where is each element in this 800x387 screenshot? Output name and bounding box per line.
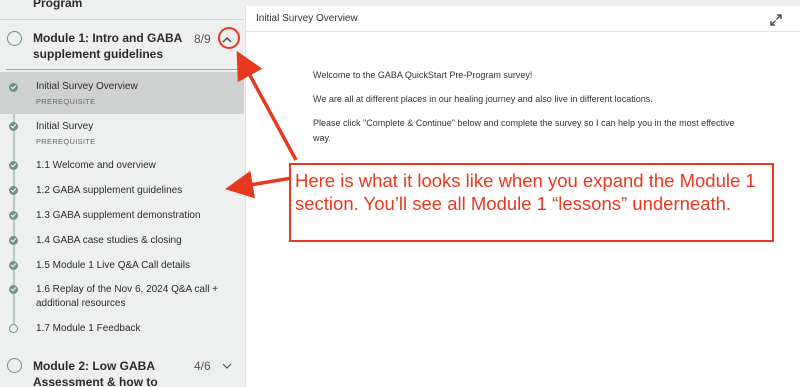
module-1-header[interactable]: Module 1: Intro and GABA supplement guid… — [0, 20, 244, 70]
lesson-title: Initial Survey Overview — [36, 81, 138, 92]
lesson-item-initial-survey-overview[interactable]: Initial Survey Overview PREREQUISITE — [0, 72, 244, 114]
lesson-title: 1.5 Module 1 Live Q&A Call details — [36, 260, 190, 271]
annotation-callout-text: Here is what it looks like when you expa… — [295, 170, 756, 214]
check-circle-icon — [9, 186, 18, 195]
check-circle-icon — [9, 285, 18, 294]
lesson-item-1-1[interactable]: 1.1 Welcome and overview — [0, 156, 244, 178]
previous-module-title[interactable]: Program — [33, 0, 82, 10]
lesson-item-1-2[interactable]: 1.2 GABA supplement guidelines — [0, 181, 244, 203]
check-circle-icon — [9, 122, 18, 131]
lesson-title: 1.1 Welcome and overview — [36, 160, 156, 171]
lesson-item-1-6[interactable]: 1.6 Replay of the Nov 6, 2024 Q&A call +… — [0, 280, 244, 314]
course-sidebar: Program Module 1: Intro and GABA supplem… — [0, 0, 244, 387]
lesson-item-1-7[interactable]: 1.7 Module 1 Feedback — [0, 319, 244, 341]
lesson-header-title: Initial Survey Overview — [256, 13, 358, 24]
module-progress-circle — [7, 31, 22, 46]
prerequisite-tag: PREREQUISITE — [36, 137, 96, 146]
empty-circle-icon — [9, 324, 18, 333]
body-paragraph: Please click "Complete & Continue" below… — [313, 118, 735, 143]
lesson-title: Initial Survey — [36, 121, 94, 132]
check-circle-icon — [9, 83, 18, 92]
body-paragraph: Welcome to the GABA QuickStart Pre-Progr… — [313, 70, 533, 80]
module-2-progress-count: 4/6 — [194, 359, 211, 373]
check-circle-icon — [9, 211, 18, 220]
lesson-title: 1.7 Module 1 Feedback — [36, 323, 141, 334]
annotation-callout: Here is what it looks like when you expa… — [289, 163, 774, 242]
chevron-down-icon[interactable] — [220, 359, 234, 373]
expand-icon[interactable] — [770, 13, 782, 26]
module-2-header[interactable]: Module 2: Low GABA Assessment & how to t… — [0, 350, 244, 387]
module-1-underline — [6, 69, 237, 70]
lesson-title: 1.3 GABA supplement demonstration — [36, 210, 201, 221]
lesson-title: 1.4 GABA case studies & closing — [36, 235, 182, 246]
lesson-title: 1.6 Replay of the Nov 6, 2024 Q&A call +… — [36, 284, 219, 309]
chevron-up-icon[interactable] — [220, 32, 234, 46]
lesson-header: Initial Survey Overview — [246, 6, 800, 32]
lesson-item-1-4[interactable]: 1.4 GABA case studies & closing — [0, 231, 244, 253]
check-circle-icon — [9, 236, 18, 245]
check-circle-icon — [9, 261, 18, 270]
body-paragraph: We are all at different places in our he… — [313, 94, 653, 104]
prerequisite-tag: PREREQUISITE — [36, 97, 96, 106]
lesson-title: 1.2 GABA supplement guidelines — [36, 185, 183, 196]
module-1-progress-count: 8/9 — [194, 32, 211, 46]
check-circle-icon — [9, 161, 18, 170]
module-1-title[interactable]: Module 1: Intro and GABA supplement guid… — [33, 30, 183, 62]
lesson-item-1-3[interactable]: 1.3 GABA supplement demonstration — [0, 206, 244, 228]
lesson-item-initial-survey[interactable]: Initial Survey PREREQUISITE — [0, 114, 244, 152]
module-progress-circle — [7, 358, 22, 373]
module-2-title[interactable]: Module 2: Low GABA Assessment & how to t… — [33, 358, 183, 387]
lesson-item-1-5[interactable]: 1.5 Module 1 Live Q&A Call details — [0, 256, 244, 278]
